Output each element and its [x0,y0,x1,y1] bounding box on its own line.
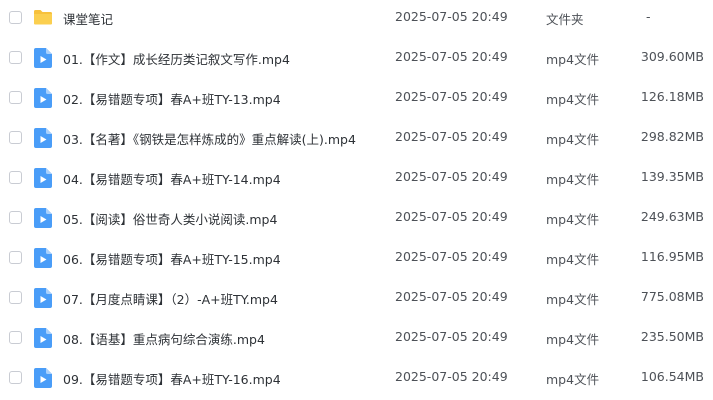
file-type: mp4文件 [546,292,600,307]
video-file-icon [34,368,52,388]
file-row[interactable]: 08.【语基】重点病句综合演练.mp4 2025-07-05 20:49 mp4… [0,320,713,360]
row-checkbox[interactable] [9,171,22,184]
file-type: mp4文件 [546,372,600,387]
row-checkbox[interactable] [9,331,22,344]
video-file-icon [34,288,52,308]
row-checkbox[interactable] [9,371,22,384]
modified-date: 2025-07-05 20:49 [395,289,508,304]
file-name[interactable]: 课堂笔记 [63,9,113,28]
modified-date: 2025-07-05 20:49 [395,249,508,264]
row-checkbox[interactable] [9,211,22,224]
video-file-icon [34,88,52,108]
file-type: mp4文件 [546,92,600,107]
file-type: mp4文件 [546,52,600,67]
video-file-icon [34,48,52,68]
file-name[interactable]: 04.【易错题专项】春A+班TY-14.mp4 [63,169,281,188]
modified-date: 2025-07-05 20:49 [395,89,508,104]
row-checkbox[interactable] [9,131,22,144]
file-name[interactable]: 08.【语基】重点病句综合演练.mp4 [63,329,265,348]
file-name[interactable]: 06.【易错题专项】春A+班TY-15.mp4 [63,249,281,268]
file-size: 106.54MB [640,369,704,384]
video-file-icon [34,128,52,148]
file-name[interactable]: 09.【易错题专项】春A+班TY-16.mp4 [63,369,281,388]
file-row[interactable]: 09.【易错题专项】春A+班TY-16.mp4 2025-07-05 20:49… [0,360,713,400]
modified-date: 2025-07-05 20:49 [395,49,508,64]
row-checkbox[interactable] [9,291,22,304]
modified-date: 2025-07-05 20:49 [395,9,508,24]
row-checkbox[interactable] [9,251,22,264]
file-row[interactable]: 06.【易错题专项】春A+班TY-15.mp4 2025-07-05 20:49… [0,240,713,280]
video-file-icon [34,248,52,268]
video-file-icon [34,168,52,188]
file-type: mp4文件 [546,252,600,267]
file-row[interactable]: 01.【作文】成长经历类记叙文写作.mp4 2025-07-05 20:49 m… [0,40,713,80]
row-checkbox[interactable] [9,51,22,64]
file-row-folder[interactable]: 课堂笔记 2025-07-05 20:49 文件夹 - [0,0,713,40]
modified-date: 2025-07-05 20:49 [395,369,508,384]
file-size: 309.60MB [640,49,704,64]
row-checkbox[interactable] [9,91,22,104]
folder-icon [34,10,52,25]
file-row[interactable]: 02.【易错题专项】春A+班TY-13.mp4 2025-07-05 20:49… [0,80,713,120]
file-row[interactable]: 05.【阅读】俗世奇人类小说阅读.mp4 2025-07-05 20:49 mp… [0,200,713,240]
file-type: mp4文件 [546,332,600,347]
file-row[interactable]: 07.【月度点睛课】（2）-A+班TY.mp4 2025-07-05 20:49… [0,280,713,320]
file-name[interactable]: 05.【阅读】俗世奇人类小说阅读.mp4 [63,209,277,228]
video-file-icon [34,208,52,228]
modified-date: 2025-07-05 20:49 [395,169,508,184]
file-type: mp4文件 [546,212,600,227]
file-name[interactable]: 01.【作文】成长经历类记叙文写作.mp4 [63,49,290,68]
file-type: mp4文件 [546,172,600,187]
modified-date: 2025-07-05 20:49 [395,329,508,344]
file-size: 126.18MB [640,89,704,104]
file-size: - [646,9,651,24]
file-size: 298.82MB [640,129,704,144]
modified-date: 2025-07-05 20:49 [395,129,508,144]
file-size: 775.08MB [640,289,704,304]
row-checkbox[interactable] [9,11,22,24]
video-file-icon [34,328,52,348]
file-name[interactable]: 03.【名著】《钢铁是怎样炼成的》重点解读(上).mp4 [63,129,356,148]
file-type: mp4文件 [546,132,600,147]
file-type: 文件夹 [546,12,584,27]
file-row[interactable]: 03.【名著】《钢铁是怎样炼成的》重点解读(上).mp4 2025-07-05 … [0,120,713,160]
file-name[interactable]: 02.【易错题专项】春A+班TY-13.mp4 [63,89,281,108]
file-row[interactable]: 04.【易错题专项】春A+班TY-14.mp4 2025-07-05 20:49… [0,160,713,200]
file-size: 249.63MB [640,209,704,224]
file-size: 235.50MB [640,329,704,344]
file-size: 139.35MB [640,169,704,184]
file-size: 116.95MB [640,249,704,264]
modified-date: 2025-07-05 20:49 [395,209,508,224]
file-name[interactable]: 07.【月度点睛课】（2）-A+班TY.mp4 [63,289,278,308]
